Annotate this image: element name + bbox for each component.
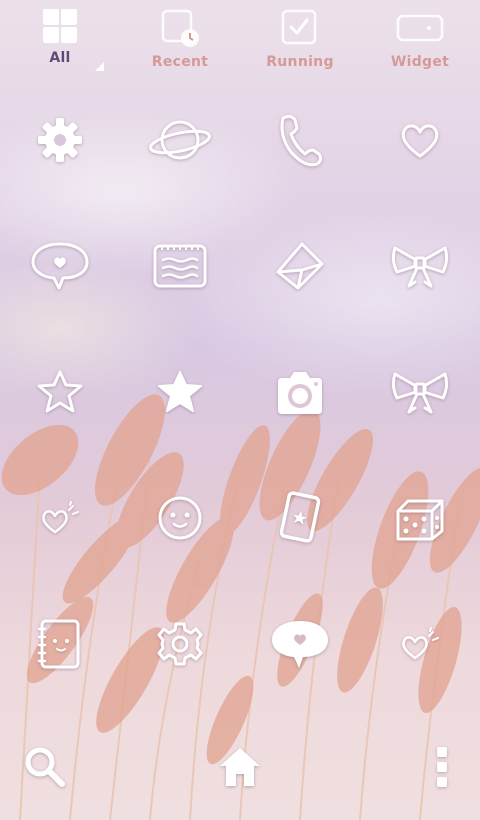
active-tab-indicator (95, 62, 104, 71)
heart-speech-bubble-icon (31, 242, 89, 290)
gear-icon (38, 118, 82, 162)
star-outline-icon (37, 370, 83, 413)
planet-icon (149, 120, 211, 160)
envelope-icon (276, 242, 324, 290)
app-ribbon-2[interactable] (360, 360, 480, 424)
smiley-face-icon (158, 496, 202, 540)
gear-outline-icon (157, 622, 203, 666)
app-smiley[interactable] (120, 486, 240, 550)
search-icon (25, 747, 65, 787)
heart-icon (401, 124, 439, 158)
menu-button[interactable] (397, 735, 480, 799)
playing-card-icon (279, 491, 321, 543)
app-browser[interactable] (120, 108, 240, 172)
tab-recent[interactable]: Recent (120, 8, 240, 74)
search-button[interactable] (0, 735, 90, 799)
tab-widget-label: Widget (390, 54, 450, 70)
tab-bar: All Recent Running Widget (0, 0, 480, 80)
tab-widget[interactable]: Widget (360, 8, 480, 74)
dice-icon (396, 499, 444, 541)
app-memo[interactable] (120, 234, 240, 298)
small-heart-icon (42, 501, 79, 534)
ribbon-bow-icon (391, 246, 449, 288)
heart-speech-filled-icon (272, 621, 328, 668)
small-heart-icon (402, 627, 439, 660)
checkbox-icon (281, 9, 317, 45)
tab-running-label: Running (266, 54, 334, 70)
app-settings[interactable] (0, 108, 120, 172)
tab-recent-label: Recent (151, 54, 209, 70)
notebook-face-icon (37, 619, 80, 669)
app-chat[interactable] (240, 612, 360, 676)
app-heart-small-2[interactable] (360, 612, 480, 676)
app-mail[interactable] (240, 234, 360, 298)
app-camera[interactable] (240, 360, 360, 424)
notepad-icon (153, 244, 207, 288)
app-notebook[interactable] (0, 612, 120, 676)
phone-icon (280, 114, 323, 167)
ribbon-bow-icon (391, 372, 449, 414)
app-card[interactable] (240, 486, 360, 550)
app-favorites[interactable] (360, 108, 480, 172)
app-phone[interactable] (240, 108, 360, 172)
widget-icon (396, 14, 444, 42)
app-star-filled[interactable] (120, 360, 240, 424)
app-dice[interactable] (360, 486, 480, 550)
star-filled-icon (158, 371, 202, 412)
app-messages[interactable] (0, 234, 120, 298)
more-vertical-icon (437, 747, 447, 787)
bottom-dock (0, 735, 480, 799)
app-heart-small[interactable] (0, 486, 120, 550)
grid-icon (43, 9, 77, 43)
app-system-settings[interactable] (120, 612, 240, 676)
home-icon (220, 748, 260, 786)
camera-icon (278, 372, 322, 414)
app-star[interactable] (0, 360, 120, 424)
recent-clock-icon (161, 9, 199, 47)
tab-running[interactable]: Running (240, 8, 360, 74)
home-button[interactable] (195, 735, 285, 799)
app-ribbon[interactable] (360, 234, 480, 298)
